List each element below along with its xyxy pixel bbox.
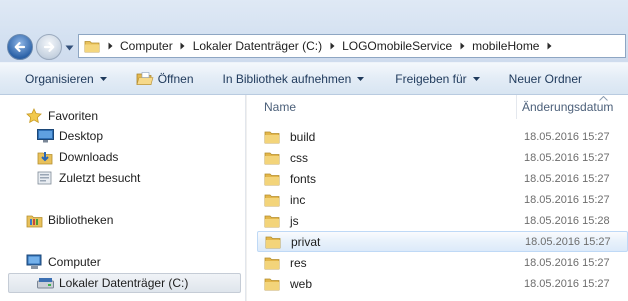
file-modified-date: 18.05.2016 15:27 (525, 235, 611, 248)
recent-places-icon (36, 170, 54, 186)
breadcrumb-mobilehome[interactable]: mobileHome (469, 35, 542, 57)
chevron-down-icon (472, 76, 480, 81)
back-arrow-icon (14, 42, 26, 52)
breadcrumb-chevron-icon[interactable] (455, 35, 469, 57)
nav-favorites[interactable]: Favoriten (25, 106, 98, 126)
nav-downloads-label: Downloads (59, 150, 119, 164)
share-with-label: Freigeben für (395, 71, 467, 86)
file-row[interactable]: js 18.05.2016 15:28 (257, 210, 628, 231)
nav-local-drive[interactable]: Lokaler Datenträger (C:) (8, 273, 241, 293)
file-name: web (290, 276, 313, 291)
breadcrumb-chevron-icon[interactable] (103, 35, 117, 57)
column-divider[interactable] (516, 95, 517, 119)
nav-downloads[interactable]: Downloads (36, 147, 118, 167)
folder-icon (264, 257, 280, 269)
computer-icon (25, 254, 43, 270)
organize-button[interactable]: Organisieren (25, 67, 107, 91)
file-row[interactable]: fonts 18.05.2016 15:27 (257, 168, 628, 189)
file-row[interactable]: css 18.05.2016 15:27 (257, 147, 628, 168)
open-button[interactable]: Öffnen (136, 67, 194, 91)
include-in-library-label: In Bibliothek aufnehmen (222, 71, 352, 86)
file-row[interactable]: inc 18.05.2016 15:27 (257, 189, 628, 210)
new-folder-button[interactable]: Neuer Ordner (509, 67, 582, 91)
include-in-library-button[interactable]: In Bibliothek aufnehmen (223, 67, 365, 91)
nav-recent-places[interactable]: Zuletzt besucht (36, 168, 140, 188)
file-name: js (290, 213, 299, 228)
address-path-box[interactable]: Computer Lokaler Datenträger (C:) LOGOmo… (78, 34, 626, 58)
file-name: res (290, 255, 307, 270)
file-row[interactable]: web 18.05.2016 15:27 (257, 273, 628, 294)
breadcrumb-logomobileservice[interactable]: LOGOmobileService (339, 35, 455, 57)
desktop-icon (36, 128, 54, 144)
nav-local-drive-label: Lokaler Datenträger (C:) (59, 276, 189, 290)
organize-label: Organisieren (25, 71, 94, 86)
file-row[interactable]: res 18.05.2016 15:27 (257, 252, 628, 273)
drive-icon (36, 275, 54, 291)
breadcrumb-chevron-icon[interactable] (325, 35, 339, 57)
breadcrumb-chevron-icon[interactable] (542, 35, 556, 57)
breadcrumb-chevron-icon[interactable] (176, 35, 190, 57)
nav-desktop-label: Desktop (59, 129, 104, 143)
file-name: build (290, 129, 316, 144)
navigation-pane: Favoriten Desktop Downloads Zuletzt besu… (0, 95, 245, 301)
folder-icon (264, 194, 280, 206)
folder-icon (264, 131, 280, 143)
share-with-button[interactable]: Freigeben für (395, 67, 480, 91)
file-list: Name Änderungsdatum build 18.05.2016 15:2… (247, 95, 628, 301)
file-row[interactable]: build 18.05.2016 15:27 (257, 126, 628, 147)
column-header-name[interactable]: Name (264, 95, 296, 119)
chevron-down-icon (99, 76, 107, 81)
folder-icon (264, 215, 280, 227)
column-header-modified[interactable]: Änderungsdatum (522, 95, 613, 119)
file-modified-date: 18.05.2016 15:27 (524, 172, 610, 185)
open-folder-icon (136, 71, 154, 85)
chevron-down-icon (357, 76, 365, 81)
file-name: css (290, 150, 308, 165)
nav-favorites-label: Favoriten (48, 109, 99, 123)
nav-desktop[interactable]: Desktop (36, 126, 103, 146)
folder-icon (264, 278, 280, 290)
nav-libraries-label: Bibliotheken (48, 213, 114, 227)
folder-icon (84, 41, 100, 53)
recent-pages-dropdown[interactable] (63, 43, 75, 53)
breadcrumb-local-drive[interactable]: Lokaler Datenträger (C:) (190, 35, 325, 57)
folder-icon (264, 173, 280, 185)
command-toolbar: Organisieren Öffnen In Bibliothek aufneh… (0, 62, 628, 95)
file-modified-date: 18.05.2016 15:28 (524, 214, 610, 227)
file-modified-date: 18.05.2016 15:27 (524, 193, 610, 206)
folder-icon (265, 236, 281, 248)
file-modified-date: 18.05.2016 15:27 (524, 130, 610, 143)
forward-button[interactable] (36, 34, 62, 60)
breadcrumb-computer[interactable]: Computer (117, 35, 176, 57)
nav-computer-label: Computer (48, 255, 101, 269)
star-icon (25, 108, 43, 124)
file-row[interactable]: privat 18.05.2016 15:27 (257, 231, 628, 252)
open-label: Öffnen (157, 71, 194, 86)
libraries-icon (25, 212, 43, 228)
file-modified-date: 18.05.2016 15:27 (524, 256, 610, 269)
folder-icon (264, 152, 280, 164)
nav-computer[interactable]: Computer (25, 252, 101, 272)
address-bar-area: Computer Lokaler Datenträger (C:) LOGOmo… (0, 0, 628, 62)
file-modified-date: 18.05.2016 15:27 (524, 277, 610, 290)
file-name: inc (290, 192, 306, 207)
file-name: privat (291, 234, 321, 249)
file-modified-date: 18.05.2016 15:27 (524, 151, 610, 164)
back-button[interactable] (7, 34, 33, 60)
file-name: fonts (290, 171, 317, 186)
chevron-down-icon (65, 45, 73, 51)
downloads-icon (36, 149, 54, 165)
forward-arrow-icon (43, 42, 55, 52)
new-folder-label: Neuer Ordner (508, 71, 583, 86)
nav-recent-places-label: Zuletzt besucht (59, 171, 141, 185)
nav-libraries[interactable]: Bibliotheken (25, 210, 113, 230)
